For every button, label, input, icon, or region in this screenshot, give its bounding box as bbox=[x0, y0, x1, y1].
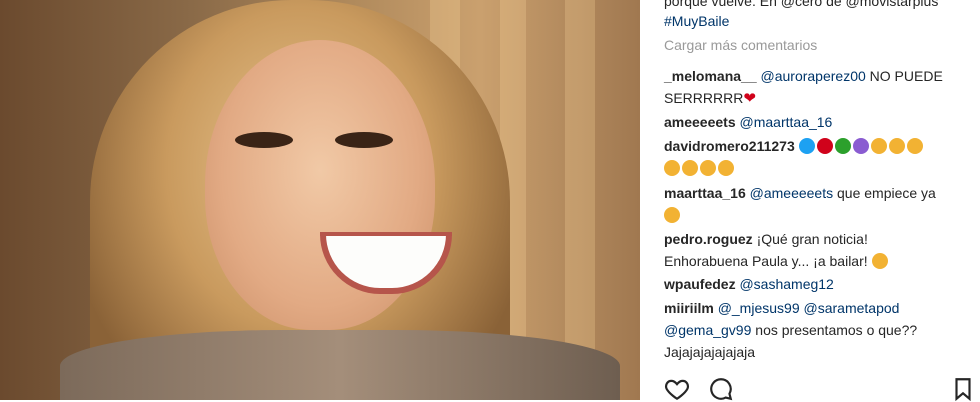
comment-username[interactable]: miiriilm bbox=[664, 300, 714, 316]
comment-text: Enhorabuena Paula y... ¡a bailar! bbox=[664, 253, 868, 269]
action-bar bbox=[664, 372, 980, 402]
video-frame[interactable] bbox=[0, 0, 640, 400]
comment-mention[interactable]: @sarametapod bbox=[804, 300, 900, 316]
comment-item: _melomana__ @auroraperez00 NO PUEDE SERR… bbox=[664, 65, 974, 110]
red-heart-emoji: ❤ bbox=[743, 90, 756, 107]
load-more-comments[interactable]: Cargar más comentarios bbox=[664, 37, 817, 53]
comment-username[interactable]: ameeeeets bbox=[664, 114, 736, 130]
comment-text: nos presentamos o que?? bbox=[751, 322, 918, 338]
bookmark-icon[interactable] bbox=[950, 376, 976, 402]
purple-heart-emoji bbox=[852, 138, 869, 154]
comments-panel: porque vuelve. En @cero de @movistarplus… bbox=[640, 0, 980, 402]
comment-text: ¡Qué gran noticia! bbox=[756, 231, 868, 247]
kiss-face-emoji bbox=[700, 160, 716, 176]
comment-username[interactable]: davidromero211273 bbox=[664, 138, 795, 154]
heart-outline-icon[interactable] bbox=[664, 376, 690, 402]
comment-text: NO PUEDE bbox=[865, 68, 943, 84]
comment-item: pedro.roguez ¡Qué gran noticia! Enhorabu… bbox=[664, 228, 974, 272]
comment-username[interactable]: pedro.roguez bbox=[664, 231, 753, 247]
comment-username[interactable]: _melomana__ bbox=[664, 68, 757, 84]
comment-mention[interactable]: @_mjesus99 bbox=[718, 300, 800, 316]
comment-mention[interactable]: @sashameg12 bbox=[739, 276, 833, 292]
comment-username[interactable]: maarttaa_16 bbox=[664, 185, 746, 201]
kiss-face-emoji bbox=[888, 138, 905, 154]
comment-mention[interactable]: @gema_gv99 bbox=[664, 322, 751, 338]
comment-item: miiriilm @_mjesus99 @sarametapod @gema_g… bbox=[664, 297, 974, 363]
comment-item: maarttaa_16 @ameeeeets que empiece ya bbox=[664, 182, 974, 226]
comment-item: ameeeeets @maarttaa_16 bbox=[664, 111, 974, 133]
shirt-shape bbox=[60, 330, 620, 400]
kiss-face-emoji bbox=[682, 160, 698, 176]
comment-mention[interactable]: @ameeeeets bbox=[750, 185, 833, 201]
comment-text: SERRRRRR bbox=[664, 90, 744, 106]
wall-stripe bbox=[565, 0, 595, 400]
speech-bubble-icon[interactable] bbox=[708, 376, 734, 402]
kiss-face-emoji bbox=[718, 160, 734, 176]
right-eye bbox=[335, 132, 393, 148]
comment-text: Jajajajajajajaja bbox=[664, 344, 756, 360]
caption-hashtag[interactable]: #MuyBaile bbox=[664, 10, 974, 32]
red-heart-emoji bbox=[816, 138, 833, 154]
comment-text: que empiece ya bbox=[833, 185, 936, 201]
comment-item: wpaufedez @sashameg12 bbox=[664, 273, 974, 295]
blue-heart-emoji bbox=[798, 138, 815, 154]
comment-mention[interactable]: @maarttaa_16 bbox=[740, 114, 833, 130]
kiss-face-emoji bbox=[664, 160, 680, 176]
comment-item: davidromero211273 bbox=[664, 135, 974, 179]
comment-mention[interactable]: @auroraperez00 bbox=[761, 68, 866, 84]
kiss-face-emoji bbox=[870, 138, 887, 154]
comment-username[interactable]: wpaufedez bbox=[664, 276, 736, 292]
left-eye bbox=[235, 132, 293, 148]
smile-emoji bbox=[871, 253, 888, 269]
green-heart-emoji bbox=[834, 138, 851, 154]
heart-eyes-emoji bbox=[664, 207, 680, 223]
kiss-face-emoji bbox=[906, 138, 923, 154]
